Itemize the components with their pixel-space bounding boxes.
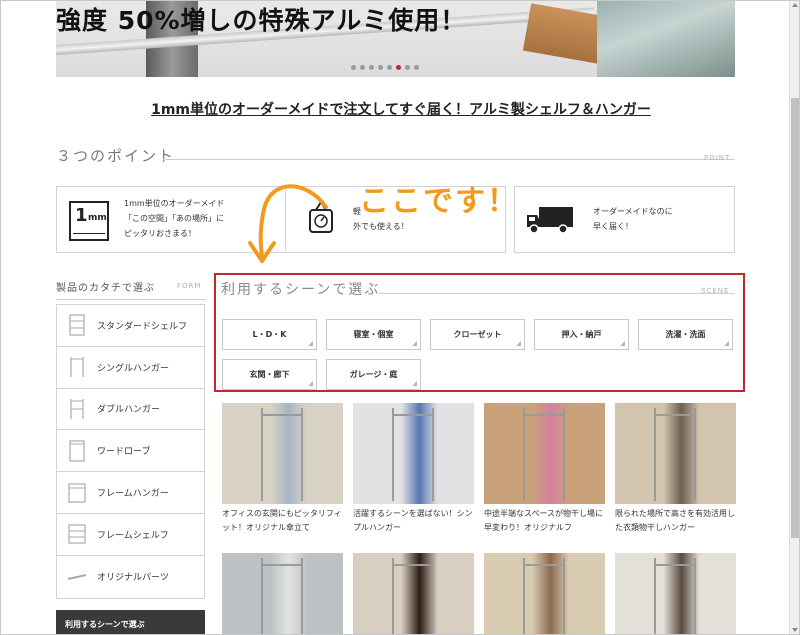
form-nav-item-label: フレームハンガー	[97, 489, 169, 500]
point-text-3-line: オーダーメイドなのに	[593, 207, 673, 216]
product-photo[interactable]	[615, 403, 736, 504]
carousel-dot[interactable]	[396, 65, 401, 70]
scene-nav-link[interactable]: 利用するシーンで選ぶ	[56, 610, 205, 634]
point-text-2-line: 外でも使える！	[353, 222, 409, 231]
single-hanger-icon	[67, 356, 87, 378]
product-caption[interactable]: オフィスの玄関にもピッタリフィット！オリジナル傘立て	[222, 507, 347, 535]
scene-button[interactable]: 寝室・個室	[326, 319, 421, 350]
point-text-1-line: 1mm単位のオーダーメイド	[124, 199, 225, 208]
product-photo[interactable]	[484, 403, 605, 504]
truck-icon	[527, 207, 573, 234]
carousel-dot[interactable]	[378, 65, 383, 70]
hero-glass-panel	[597, 1, 735, 77]
scene-button[interactable]: 玄関・廊下	[222, 359, 317, 390]
carousel-dot[interactable]	[387, 65, 392, 70]
form-nav-title-en: FORM	[177, 282, 202, 290]
carousel-dot[interactable]	[360, 65, 365, 70]
tagline[interactable]: 1mm単位のオーダーメイドで注文してすぐ届く！アルミ製シェルフ＆ハンガー	[1, 99, 799, 119]
point-text-1: 1mm単位のオーダーメイド 「この空間」「あの場所」に ピッタリおさまる！	[124, 196, 224, 241]
scene-button[interactable]: 押入・納戸	[534, 319, 629, 350]
form-nav-item[interactable]: スタンダードシェルフ	[57, 305, 204, 347]
scene-title: 利用するシーンで選ぶ	[221, 282, 381, 298]
form-nav-item[interactable]: ダブルハンガー	[57, 389, 204, 431]
double-hanger-icon	[67, 398, 87, 420]
annotation-label: ここです！	[359, 184, 519, 219]
scroll-thumb[interactable]	[791, 98, 799, 538]
form-nav-rule	[56, 299, 206, 300]
form-nav-item-label: シングルハンガー	[97, 363, 170, 374]
carousel-dots	[351, 65, 419, 70]
scroll-down-arrow-icon[interactable]	[792, 628, 798, 632]
carousel-dot[interactable]	[414, 65, 419, 70]
product-caption[interactable]: 限られた場所で高さを有効活用した衣類物干しハンガー	[615, 507, 740, 535]
form-nav-item[interactable]: フレームハンガー	[57, 472, 204, 514]
annotation-arrow-icon	[248, 184, 328, 263]
carousel-dot[interactable]	[405, 65, 410, 70]
product-photo[interactable]	[353, 403, 474, 504]
form-nav-item[interactable]: オリジナルパーツ	[57, 556, 204, 598]
hero-headline: 強度 50%増しの特殊アルミ使用！	[56, 6, 467, 35]
ruler-1mm-icon: 1 mm	[69, 201, 109, 241]
form-nav-item-label: オリジナルパーツ	[97, 573, 169, 584]
scene-button[interactable]: 洗濯・洗面	[638, 319, 733, 350]
points-title: ３つのポイント	[56, 147, 176, 165]
scene-rule	[379, 293, 735, 294]
product-photo[interactable]	[615, 553, 736, 634]
product-photo[interactable]	[222, 553, 343, 634]
scene-button[interactable]: L・D・K	[222, 319, 317, 350]
carousel-dot[interactable]	[351, 65, 356, 70]
wardrobe-icon	[67, 440, 87, 462]
scene-button[interactable]: ガレージ・庭	[326, 359, 421, 390]
parts-icon	[67, 566, 87, 588]
scrollbar[interactable]	[789, 1, 799, 634]
point-text-1-line: 「この空間」「あの場所」に	[124, 214, 224, 223]
form-nav-item[interactable]: ワードローブ	[57, 430, 204, 473]
carousel-dot[interactable]	[369, 65, 374, 70]
form-nav-item[interactable]: シングルハンガー	[57, 347, 204, 389]
product-caption[interactable]: 活躍するシーンを選ばない！シンプルハンガー	[353, 507, 478, 535]
tagline-link[interactable]: 1mm単位のオーダーメイドで注文してすぐ届く！アルミ製シェルフ＆ハンガー	[151, 102, 651, 118]
point-card-3: オーダーメイドなのに 早く届く！	[514, 186, 735, 253]
product-photo[interactable]	[353, 553, 474, 634]
form-nav-item[interactable]: フレームシェルフ	[57, 514, 204, 556]
product-caption[interactable]: 中途半端なスペースが物干し場に早変わり！オリジナルフ	[484, 507, 609, 535]
shelf-icon	[67, 314, 87, 336]
scene-title-en: SCENE	[701, 287, 730, 295]
point-text-1-line: ピッタリおさまる！	[124, 229, 196, 238]
point-text-3-line: 早く届く！	[593, 222, 633, 231]
form-nav-item-label: ワードローブ	[97, 447, 151, 458]
frame-shelf-icon	[67, 523, 87, 545]
point-text-3: オーダーメイドなのに 早く届く！	[593, 204, 673, 234]
points-rule	[163, 159, 735, 160]
form-nav-list: スタンダードシェルフ シングルハンガー ダブルハンガー ワードローブフレームハンガーフ…	[56, 304, 205, 599]
product-photo[interactable]	[222, 403, 343, 504]
points-title-en: POINT	[704, 154, 731, 162]
frame-hanger-icon	[67, 482, 87, 504]
scroll-up-arrow-icon[interactable]	[792, 3, 798, 7]
product-photo[interactable]	[484, 553, 605, 634]
form-nav-item-label: ダブルハンガー	[97, 405, 161, 416]
form-nav-item-label: フレームシェルフ	[97, 530, 169, 541]
scene-button[interactable]: クローゼット	[430, 319, 525, 350]
form-nav-title: 製品のカタチで選ぶ	[56, 283, 155, 294]
page: 強度 50%増しの特殊アルミ使用！ 1mm単位のオーダーメイドで注文してすぐ届く…	[0, 0, 800, 635]
form-nav-item-label: スタンダードシェルフ	[97, 321, 188, 332]
